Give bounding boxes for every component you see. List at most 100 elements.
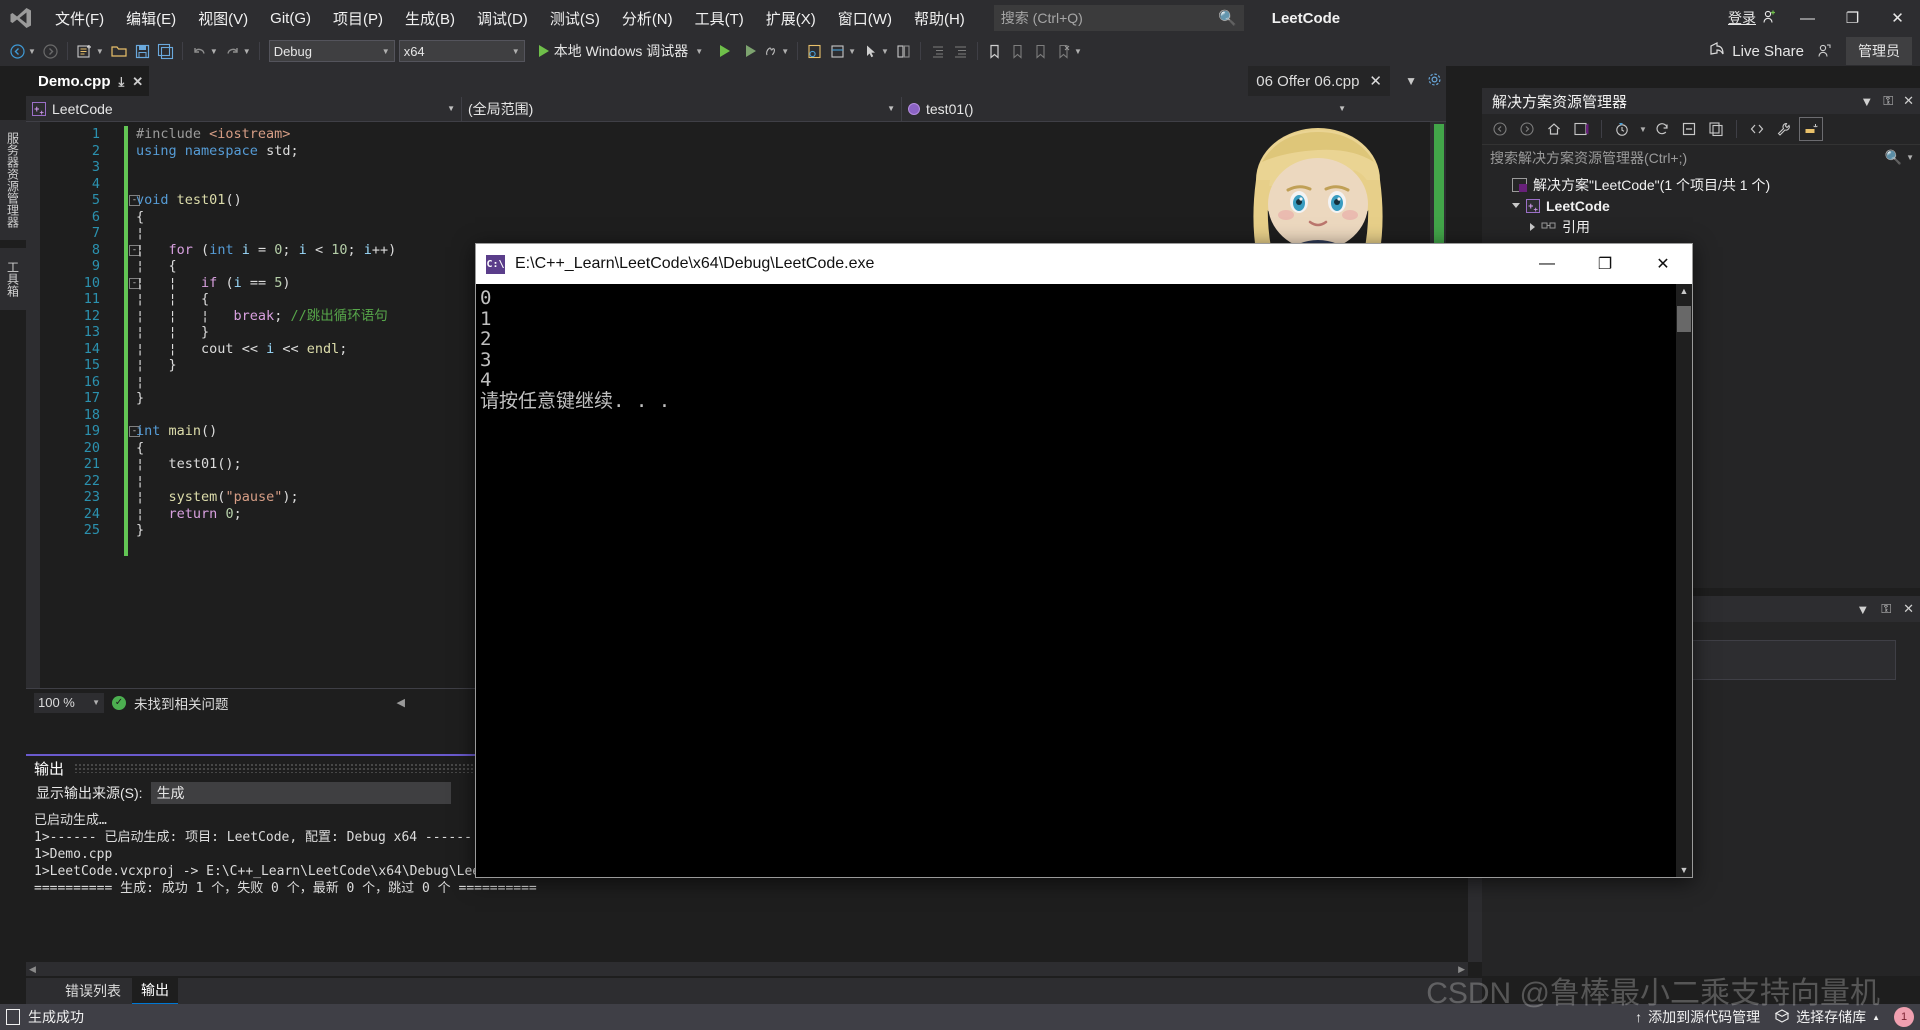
forward-button[interactable] bbox=[1515, 117, 1539, 141]
menu-extensions[interactable]: 扩展(X) bbox=[755, 3, 827, 34]
show-all-files-button[interactable] bbox=[1704, 117, 1728, 141]
scrollbar-thumb[interactable] bbox=[1677, 306, 1691, 332]
xaml-inspect-button[interactable] bbox=[892, 39, 915, 63]
chevron-down-icon[interactable]: ▼ bbox=[210, 47, 218, 56]
menu-help[interactable]: 帮助(H) bbox=[903, 3, 976, 34]
chevron-right-icon[interactable] bbox=[1530, 222, 1535, 231]
scroll-down-arrow-icon[interactable]: ▼ bbox=[1680, 865, 1689, 875]
server-explorer-tab[interactable]: 服务器资源管理器 bbox=[0, 120, 26, 240]
chevron-down-icon[interactable]: ▼ bbox=[1856, 602, 1869, 617]
document-tab-offer06-cpp[interactable]: 06 Offer 06.cpp ✕ bbox=[1248, 66, 1390, 96]
start-debugging-button[interactable]: 本地 Windows 调试器 ▼ bbox=[533, 41, 710, 61]
pin-icon[interactable]: ⚿ bbox=[1883, 93, 1893, 109]
select-repository-button[interactable]: 选择存储库 ▲ bbox=[1774, 1007, 1880, 1027]
solution-node-references[interactable]: 引用 bbox=[1482, 216, 1920, 237]
refresh-button[interactable] bbox=[1650, 117, 1674, 141]
scroll-right-arrow-icon[interactable]: ▶ bbox=[1458, 964, 1465, 975]
menu-tools[interactable]: 工具(T) bbox=[684, 3, 755, 34]
chevron-down-icon[interactable]: ▼ bbox=[781, 47, 789, 56]
navigate-backward-button[interactable]: ▼ bbox=[6, 39, 39, 63]
sign-in-button[interactable]: 登录 bbox=[1720, 8, 1785, 28]
chevron-down-icon[interactable]: ▼ bbox=[1639, 125, 1647, 134]
pin-icon[interactable]: ⚿ bbox=[1881, 601, 1891, 617]
chevron-down-icon[interactable] bbox=[1512, 203, 1520, 208]
collapse-all-button[interactable] bbox=[1677, 117, 1701, 141]
chevron-down-icon[interactable]: ▼ bbox=[96, 47, 104, 56]
solution-node-project[interactable]: ++ LeetCode bbox=[1482, 195, 1920, 216]
toggle-bookmark-button[interactable] bbox=[983, 39, 1006, 63]
nav-scope-select[interactable]: (全局范围) ▼ bbox=[462, 96, 902, 121]
select-element-button[interactable] bbox=[803, 39, 826, 63]
properties-button[interactable] bbox=[1772, 117, 1796, 141]
open-file-button[interactable] bbox=[107, 39, 131, 63]
solution-view-button[interactable] bbox=[1569, 117, 1593, 141]
add-to-source-control-button[interactable]: ↑ 添加到源代码管理 bbox=[1635, 1007, 1760, 1027]
view-code-button[interactable] bbox=[1745, 117, 1769, 141]
chevron-down-icon[interactable]: ▼ bbox=[1860, 94, 1873, 109]
pointer-select-button[interactable]: ▼ bbox=[859, 39, 892, 63]
hot-reload-button[interactable]: ▼ bbox=[759, 39, 792, 63]
save-all-button[interactable] bbox=[154, 39, 177, 63]
tab-error-list[interactable]: 错误列表 bbox=[56, 978, 130, 1004]
nav-project-select[interactable]: ++ LeetCode ▼ bbox=[26, 96, 462, 121]
tab-output[interactable]: 输出 bbox=[132, 977, 178, 1005]
console-window[interactable]: C:\ E:\C++_Learn\LeetCode\x64\Debug\Leet… bbox=[475, 243, 1693, 878]
chevron-down-icon[interactable]: ▼ bbox=[881, 47, 889, 56]
menu-git[interactable]: Git(G) bbox=[259, 5, 322, 32]
notifications-button[interactable]: 1 bbox=[1894, 1007, 1914, 1027]
clear-bookmarks-button[interactable]: ▼ bbox=[1052, 39, 1085, 63]
start-without-debugging-button[interactable] bbox=[717, 39, 733, 63]
attach-to-process-button[interactable] bbox=[743, 39, 759, 63]
chevron-down-icon[interactable]: ▼ bbox=[1906, 153, 1914, 162]
pending-changes-filter-button[interactable] bbox=[1610, 117, 1634, 141]
scroll-left-arrow-icon[interactable]: ◀ bbox=[29, 964, 36, 975]
decrease-indent-button[interactable] bbox=[926, 39, 949, 63]
feedback-account-icon[interactable] bbox=[1812, 39, 1836, 63]
menu-window[interactable]: 窗口(W) bbox=[827, 3, 903, 34]
close-icon[interactable]: ✕ bbox=[1903, 601, 1914, 617]
global-search-box[interactable]: 🔍 bbox=[993, 5, 1244, 31]
scrollbar-thumb[interactable] bbox=[1434, 124, 1444, 244]
chevron-down-icon[interactable]: ▼ bbox=[1405, 74, 1417, 88]
back-button[interactable] bbox=[1488, 117, 1512, 141]
chevron-down-icon[interactable]: ▼ bbox=[848, 47, 856, 56]
increase-indent-button[interactable] bbox=[949, 39, 972, 63]
chevron-down-icon[interactable]: ▼ bbox=[695, 47, 703, 56]
console-title-bar[interactable]: C:\ E:\C++_Learn\LeetCode\x64\Debug\Leet… bbox=[476, 244, 1692, 284]
navigate-forward-button[interactable] bbox=[39, 39, 62, 63]
scroll-left-arrow-icon[interactable]: ◀ bbox=[397, 696, 405, 709]
menu-project[interactable]: 项目(P) bbox=[322, 3, 394, 34]
close-icon[interactable]: ✕ bbox=[1369, 72, 1382, 90]
preview-selected-items-button[interactable] bbox=[1798, 117, 1823, 141]
home-button[interactable] bbox=[1542, 117, 1566, 141]
window-close-button[interactable]: ✕ bbox=[1875, 0, 1920, 36]
undo-button[interactable]: ▼ bbox=[188, 39, 221, 63]
previous-bookmark-button[interactable] bbox=[1006, 39, 1029, 63]
console-minimize-button[interactable]: — bbox=[1518, 244, 1576, 284]
chevron-down-icon[interactable]: ▼ bbox=[28, 47, 36, 56]
zoom-level-select[interactable]: 100 % ▼ bbox=[34, 692, 104, 713]
nav-member-select[interactable]: test01() ▼ bbox=[902, 97, 1352, 121]
redo-button[interactable]: ▼ bbox=[221, 39, 254, 63]
window-minimize-button[interactable]: — bbox=[1785, 0, 1830, 36]
solution-node-root[interactable]: 解决方案"LeetCode"(1 个项目/共 1 个) bbox=[1482, 174, 1920, 195]
new-project-button[interactable]: ▼ bbox=[73, 39, 107, 63]
solution-configuration-select[interactable]: Debug ▼ bbox=[268, 40, 395, 62]
solution-platform-select[interactable]: x64 ▼ bbox=[398, 40, 525, 62]
console-close-button[interactable]: ✕ bbox=[1634, 244, 1692, 284]
settings-gear-icon[interactable] bbox=[1427, 72, 1442, 90]
close-icon[interactable]: ✕ bbox=[132, 74, 143, 90]
chevron-down-icon[interactable]: ▼ bbox=[243, 47, 251, 56]
live-share-button[interactable]: Live Share bbox=[1700, 40, 1812, 62]
menu-analyze[interactable]: 分析(N) bbox=[611, 3, 684, 34]
console-maximize-button[interactable]: ❐ bbox=[1576, 244, 1634, 284]
menu-file[interactable]: 文件(F) bbox=[44, 3, 115, 34]
live-visual-tree-button[interactable]: ▼ bbox=[826, 39, 859, 63]
menu-test[interactable]: 测试(S) bbox=[539, 3, 611, 34]
document-tab-demo-cpp[interactable]: Demo.cpp ⤓ ✕ bbox=[26, 66, 150, 96]
close-icon[interactable]: ✕ bbox=[1903, 93, 1914, 109]
menu-debug[interactable]: 调试(D) bbox=[466, 3, 539, 34]
next-bookmark-button[interactable] bbox=[1029, 39, 1052, 63]
toolbox-tab[interactable]: 工具箱 bbox=[0, 248, 26, 310]
pin-icon[interactable]: ⤓ bbox=[119, 74, 125, 90]
